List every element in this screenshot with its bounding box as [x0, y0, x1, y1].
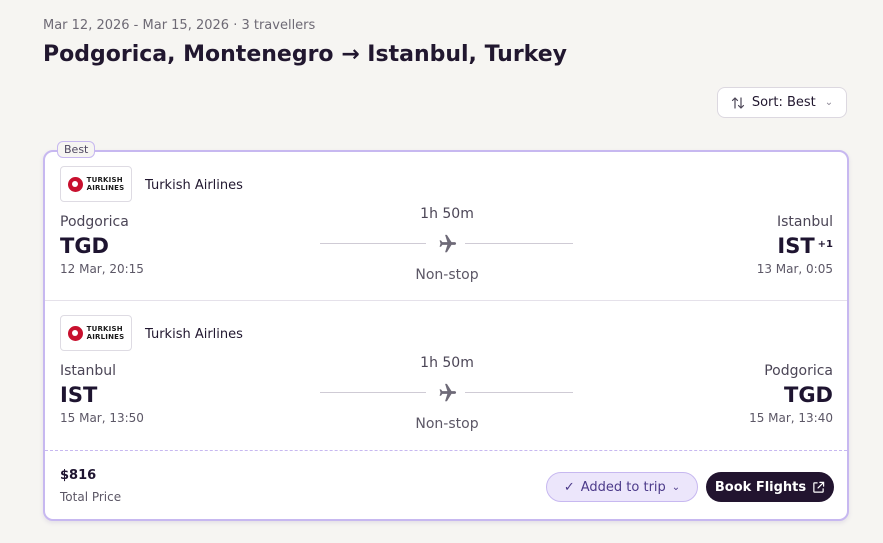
external-link-icon [813, 481, 825, 493]
check-icon: ✓ [563, 479, 575, 495]
airline-logo: TURKISH AIRLINES [60, 166, 132, 202]
turkish-airlines-logo-icon [67, 176, 83, 192]
stops-info: Non-stop [415, 416, 479, 432]
stops-info: Non-stop [415, 267, 479, 283]
arrival-city: Istanbul [776, 214, 833, 230]
plane-icon [439, 383, 457, 402]
price-divider [45, 450, 847, 451]
sort-button[interactable]: Sort: Best ⌄ [717, 87, 847, 118]
airline-logo: TURKISH AIRLINES [60, 315, 132, 351]
book-flights-label: Book Flights [714, 479, 807, 495]
departure-code: IST [60, 383, 98, 407]
return-leg: TURKISH AIRLINES Turkish Airlines Istanb… [45, 301, 847, 449]
arrival-code: IST +1 [777, 234, 833, 258]
plane-icon [439, 234, 457, 253]
departure-city: Istanbul [60, 363, 117, 379]
route-line [465, 243, 573, 244]
turkish-airlines-logo-icon [67, 325, 83, 341]
day-offset: +1 [817, 239, 833, 250]
sort-icon [731, 96, 744, 109]
chevron-down-icon: ⌄ [671, 481, 681, 493]
sort-label: Sort: Best [751, 95, 816, 110]
airline-name: Turkish Airlines [145, 327, 243, 342]
best-badge: Best [57, 141, 96, 158]
arrival-time: 13 Mar, 0:05 [756, 262, 833, 276]
outbound-leg: TURKISH AIRLINES Turkish Airlines Podgor… [45, 152, 847, 300]
flight-result-card[interactable]: TURKISH AIRLINES Turkish Airlines Podgor… [43, 150, 849, 521]
departure-city: Podgorica [60, 214, 129, 230]
total-price: $816 [60, 468, 97, 483]
route-line [320, 243, 426, 244]
total-price-label: Total Price [60, 490, 122, 504]
chevron-down-icon: ⌄ [824, 97, 834, 108]
departure-code: TGD [60, 234, 109, 258]
route-line [465, 392, 573, 393]
added-to-trip-button[interactable]: ✓ Added to trip ⌄ [546, 472, 698, 502]
search-meta: Mar 12, 2026 - Mar 15, 2026 · 3 travelle… [43, 18, 316, 33]
arrival-code: TGD [784, 383, 833, 407]
airline-name: Turkish Airlines [145, 178, 243, 193]
arrival-city: Podgorica [764, 363, 833, 379]
departure-time: 12 Mar, 20:15 [60, 262, 144, 276]
arrival-time: 15 Mar, 13:40 [749, 411, 833, 425]
added-to-trip-label: Added to trip [580, 479, 666, 495]
flight-duration: 1h 50m [420, 355, 474, 371]
book-flights-button[interactable]: Book Flights [706, 472, 834, 502]
page-title: Podgorica, Montenegro → Istanbul, Turkey [43, 42, 567, 67]
departure-time: 15 Mar, 13:50 [60, 411, 144, 425]
route-line [320, 392, 426, 393]
flight-duration: 1h 50m [420, 206, 474, 222]
